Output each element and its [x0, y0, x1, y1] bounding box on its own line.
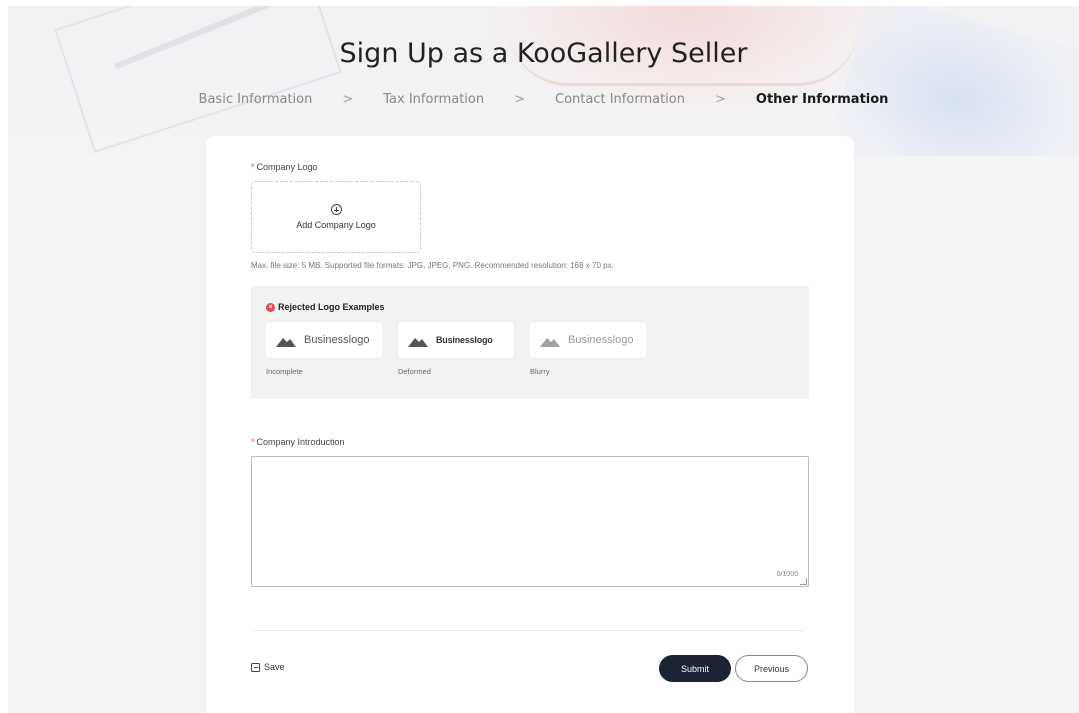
- required-mark: *: [251, 162, 255, 172]
- step-basic-information[interactable]: Basic Information: [195, 92, 317, 107]
- example-logo-text: Businesslogo: [568, 334, 634, 346]
- company-logo-label: * Company Logo: [251, 162, 318, 172]
- form-card: * Company Logo Add Company Logo Max. file…: [206, 136, 854, 713]
- chevron-right-icon: >: [714, 92, 726, 107]
- plus-circle-icon: [330, 204, 342, 215]
- hero-background: [8, 6, 1079, 156]
- company-introduction-label: * Company Introduction: [251, 437, 345, 447]
- company-logo-label-text: Company Logo: [256, 162, 318, 172]
- example-logo-text: Businesslogo: [304, 334, 370, 346]
- x-circle-icon: ×: [266, 302, 275, 312]
- chevron-right-icon: >: [342, 92, 354, 107]
- resize-handle-icon[interactable]: [800, 578, 807, 585]
- add-company-logo-label: Add Company Logo: [296, 220, 376, 230]
- logo-upload-hint: Max. file size: 5 MB. Supported file for…: [251, 261, 614, 270]
- submit-button[interactable]: Submit: [659, 655, 731, 682]
- save-button[interactable]: Save: [251, 662, 285, 672]
- example-logo-blurry: Businesslogo: [530, 322, 646, 358]
- example-caption: Blurry: [530, 367, 550, 376]
- image-placeholder-icon: [276, 333, 296, 347]
- example-logo-incomplete: Businesslogo: [266, 322, 382, 358]
- example-caption: Incomplete: [266, 367, 303, 376]
- company-introduction-label-text: Company Introduction: [256, 437, 345, 447]
- chevron-right-icon: >: [514, 92, 526, 107]
- rejected-logo-examples: × Rejected Logo Examples Businesslogo Bu…: [251, 286, 809, 399]
- save-icon: [251, 662, 260, 672]
- image-placeholder-icon: [540, 333, 560, 347]
- rejected-examples-title-text: Rejected Logo Examples: [278, 302, 385, 312]
- step-other-information[interactable]: Other Information: [752, 92, 893, 107]
- company-introduction-textarea[interactable]: 0/1000: [251, 456, 809, 587]
- page: Sign Up as a KooGallery Seller Basic Inf…: [8, 6, 1079, 713]
- decorative-ruler: [54, 6, 342, 153]
- step-tax-information[interactable]: Tax Information: [379, 92, 488, 107]
- save-label: Save: [264, 662, 285, 672]
- step-contact-information[interactable]: Contact Information: [551, 92, 689, 107]
- step-navigation: Basic Information > Tax Information > Co…: [8, 92, 1079, 107]
- footer-divider: [251, 630, 806, 631]
- previous-button[interactable]: Previous: [735, 655, 808, 682]
- example-logo-text: Businesslogo: [436, 335, 493, 345]
- company-logo-uploader[interactable]: Add Company Logo: [251, 181, 421, 253]
- required-mark: *: [251, 437, 255, 447]
- character-counter: 0/1000: [776, 571, 798, 578]
- example-logo-deformed: Businesslogo: [398, 322, 514, 358]
- rejected-examples-title: × Rejected Logo Examples: [266, 302, 385, 312]
- page-title: Sign Up as a KooGallery Seller: [339, 38, 748, 69]
- image-placeholder-icon: [408, 333, 428, 347]
- example-caption: Deformed: [398, 367, 431, 376]
